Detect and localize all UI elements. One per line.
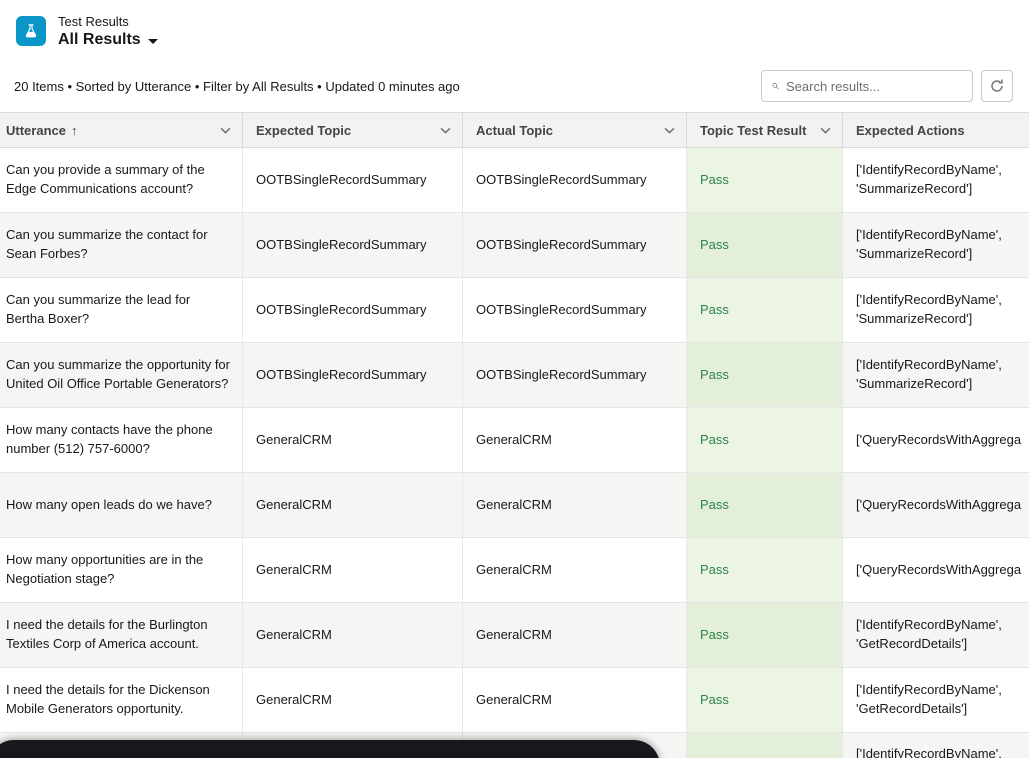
- table-row[interactable]: Can you provide a summary of the Edge Co…: [0, 148, 1029, 213]
- cell-expected-topic: OOTBSingleRecordSummary: [243, 343, 463, 407]
- cell-topic-test-result: Pass: [687, 473, 843, 537]
- cell-expected-topic: GeneralCRM: [243, 668, 463, 732]
- column-label: Topic Test Result: [700, 123, 806, 138]
- cell-topic-test-result: Pass: [687, 343, 843, 407]
- refresh-icon: [989, 78, 1005, 94]
- flask-icon: [16, 16, 46, 46]
- sort-asc-icon: ↑: [71, 123, 78, 138]
- cell-topic-test-result: Pass: [687, 538, 843, 602]
- toolbar-right: [761, 70, 1013, 102]
- page-header: Test Results All Results: [0, 0, 1029, 60]
- cell-expected-actions: ['QueryRecordsWithAggrega: [843, 408, 1029, 472]
- cell-expected-topic: GeneralCRM: [243, 408, 463, 472]
- column-label: Expected Topic: [256, 123, 351, 138]
- cell-expected-topic: GeneralCRM: [243, 473, 463, 537]
- cell-expected-actions: ['IdentifyRecordByName', 'SummarizeRecor…: [843, 343, 1029, 407]
- column-header-actual-topic[interactable]: Actual Topic: [463, 113, 687, 147]
- chevron-down-icon[interactable]: [432, 117, 458, 143]
- cell-utterance: How many contacts have the phone number …: [0, 408, 243, 472]
- cell-actual-topic: GeneralCRM: [463, 603, 687, 667]
- view-selector-dropdown[interactable]: All Results: [58, 31, 158, 49]
- column-header-topic-test-result[interactable]: Topic Test Result: [687, 113, 843, 147]
- table-row[interactable]: Can you summarize the contact for Sean F…: [0, 213, 1029, 278]
- cell-expected-actions: ['IdentifyRecordByName', 'GetRecordDetai…: [843, 603, 1029, 667]
- cell-actual-topic: GeneralCRM: [463, 408, 687, 472]
- column-label: Actual Topic: [476, 123, 553, 138]
- table-row[interactable]: I need the details for the Burlington Te…: [0, 603, 1029, 668]
- toolbar: 20 Items • Sorted by Utterance • Filter …: [0, 60, 1029, 112]
- cell-topic-test-result: Pass: [687, 668, 843, 732]
- refresh-button[interactable]: [981, 70, 1013, 102]
- results-table: Utterance ↑ Expected Topic Actual Topic: [0, 112, 1029, 758]
- chevron-down-icon[interactable]: [212, 117, 238, 143]
- cell-utterance: Can you summarize the opportunity for Un…: [0, 343, 243, 407]
- view-label: All Results: [58, 31, 141, 49]
- cell-utterance: Can you summarize the contact for Sean F…: [0, 213, 243, 277]
- chevron-down-icon: [148, 39, 158, 44]
- cell-expected-topic: OOTBSingleRecordSummary: [243, 148, 463, 212]
- cell-topic-test-result: Pass: [687, 278, 843, 342]
- list-summary: 20 Items • Sorted by Utterance • Filter …: [14, 79, 460, 94]
- table-row[interactable]: I need the details for the Dickenson Mob…: [0, 668, 1029, 733]
- cell-utterance: Can you provide a summary of the Edge Co…: [0, 148, 243, 212]
- cell-actual-topic: GeneralCRM: [463, 668, 687, 732]
- column-label: Utterance: [6, 123, 66, 138]
- cell-expected-actions: ['QueryRecordsWithAggrega: [843, 538, 1029, 602]
- cell-expected-topic: GeneralCRM: [243, 538, 463, 602]
- cell-expected-actions: ['IdentifyRecordByName', 'GetRecordDetai…: [843, 668, 1029, 732]
- cell-expected-topic: OOTBSingleRecordSummary: [243, 278, 463, 342]
- cell-expected-actions: ['QueryRecordsWithAggrega: [843, 473, 1029, 537]
- title-block: Test Results All Results: [58, 14, 158, 49]
- cell-expected-actions: ['IdentifyRecordByName', 'SummarizeRecor…: [843, 278, 1029, 342]
- cell-topic-test-result: Pass: [687, 148, 843, 212]
- docked-prompt-bar[interactable]: [0, 740, 660, 758]
- entity-label: Test Results: [58, 14, 158, 29]
- table-row[interactable]: How many contacts have the phone number …: [0, 408, 1029, 473]
- chevron-down-icon[interactable]: [812, 117, 838, 143]
- cell-topic-test-result: Pass: [687, 213, 843, 277]
- cell-utterance: I need the details for the Burlington Te…: [0, 603, 243, 667]
- column-header-expected-actions[interactable]: Expected Actions: [843, 113, 1029, 147]
- search-box: [761, 70, 973, 102]
- test-results-page: Test Results All Results 20 Items • Sort…: [0, 0, 1029, 758]
- flask-glyph-icon: [22, 22, 40, 40]
- cell-actual-topic: OOTBSingleRecordSummary: [463, 343, 687, 407]
- cell-utterance: I need the details for the Dickenson Mob…: [0, 668, 243, 732]
- table-row[interactable]: Can you summarize the lead for Bertha Bo…: [0, 278, 1029, 343]
- cell-utterance: How many opportunities are in the Negoti…: [0, 538, 243, 602]
- cell-expected-topic: GeneralCRM: [243, 603, 463, 667]
- cell-expected-topic: OOTBSingleRecordSummary: [243, 213, 463, 277]
- chevron-down-icon[interactable]: [656, 117, 682, 143]
- column-label: Expected Actions: [856, 123, 965, 138]
- cell-actual-topic: GeneralCRM: [463, 538, 687, 602]
- search-input[interactable]: [786, 79, 962, 94]
- cell-topic-test-result: [687, 733, 843, 758]
- cell-expected-actions: ['IdentifyRecordByName', 'SummarizeRecor…: [843, 213, 1029, 277]
- table-row[interactable]: Can you summarize the opportunity for Un…: [0, 343, 1029, 408]
- cell-actual-topic: OOTBSingleRecordSummary: [463, 213, 687, 277]
- cell-utterance: Can you summarize the lead for Bertha Bo…: [0, 278, 243, 342]
- table-row[interactable]: How many opportunities are in the Negoti…: [0, 538, 1029, 603]
- table-row[interactable]: How many open leads do we have? GeneralC…: [0, 473, 1029, 538]
- cell-topic-test-result: Pass: [687, 408, 843, 472]
- cell-actual-topic: GeneralCRM: [463, 473, 687, 537]
- column-header-expected-topic[interactable]: Expected Topic: [243, 113, 463, 147]
- cell-expected-actions: ['IdentifyRecordByName',: [843, 733, 1029, 758]
- cell-expected-actions: ['IdentifyRecordByName', 'SummarizeRecor…: [843, 148, 1029, 212]
- cell-topic-test-result: Pass: [687, 603, 843, 667]
- column-header-utterance[interactable]: Utterance ↑: [0, 113, 243, 147]
- cell-actual-topic: OOTBSingleRecordSummary: [463, 148, 687, 212]
- cell-utterance: How many open leads do we have?: [0, 473, 243, 537]
- cell-actual-topic: OOTBSingleRecordSummary: [463, 278, 687, 342]
- table-header-row: Utterance ↑ Expected Topic Actual Topic: [0, 112, 1029, 148]
- search-icon: [772, 79, 779, 93]
